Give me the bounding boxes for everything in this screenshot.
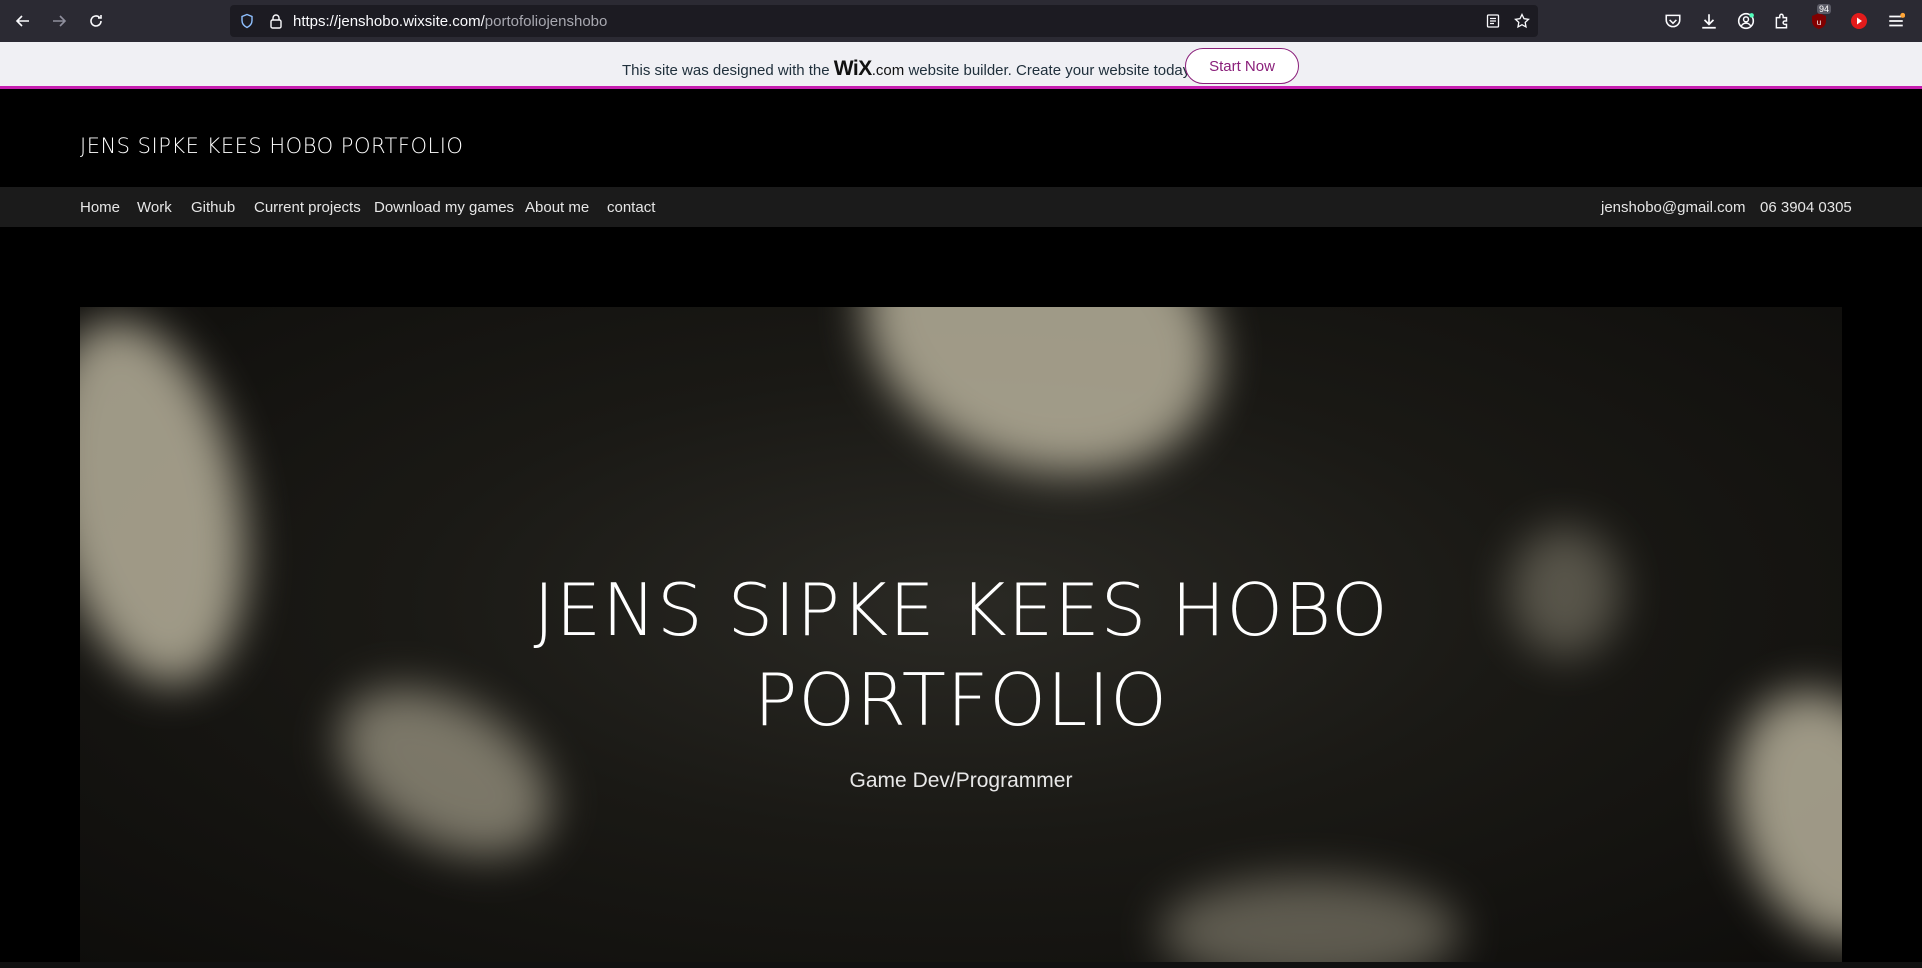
start-now-button[interactable]: Start Now — [1185, 48, 1299, 84]
nav-item-github[interactable]: Github — [191, 199, 235, 216]
lock-icon[interactable] — [268, 13, 284, 29]
hero-background-blob — [1160, 877, 1460, 968]
reload-icon — [90, 15, 102, 27]
ublock-origin-icon[interactable]: u 94 — [1809, 4, 1832, 31]
contact-email[interactable]: jenshobo@gmail.com — [1601, 199, 1745, 216]
forward-arrow-icon — [53, 15, 67, 27]
nav-item-about-me[interactable]: About me — [525, 199, 589, 216]
site-title[interactable]: JENS SIPKE KEES HOBO PORTFOLIO — [80, 134, 463, 158]
reader-view-icon[interactable] — [1485, 13, 1501, 29]
downloads-icon[interactable] — [1699, 11, 1719, 31]
pocket-icon[interactable] — [1663, 11, 1683, 31]
site-navigation: Home Work Github Current projects Downlo… — [0, 187, 1922, 227]
browser-toolbar: https://jenshobo.wixsite.com/portofolioj… — [0, 0, 1922, 42]
hero-section: JENS SIPKE KEES HOBO PORTFOLIO Game Dev/… — [80, 307, 1842, 968]
forward-button[interactable] — [46, 8, 72, 34]
nav-item-current-projects[interactable]: Current projects — [254, 199, 361, 216]
hero-title-line2: PORTFOLIO — [754, 658, 1168, 742]
hero-subtitle: Game Dev/Programmer — [849, 769, 1073, 792]
bookmark-star-icon[interactable] — [1514, 13, 1530, 29]
nav-item-download-games[interactable]: Download my games — [374, 199, 514, 216]
wix-logo-suffix: .com — [871, 62, 905, 79]
nav-item-work[interactable]: Work — [137, 199, 172, 216]
extension-badge-count: 94 — [1817, 4, 1832, 14]
contact-phone: 06 3904 0305 — [1760, 199, 1852, 216]
nav-item-contact[interactable]: contact — [607, 199, 655, 216]
youtube-extension-icon[interactable] — [1849, 11, 1869, 31]
wix-promo-banner: This site was designed with the WiX.com … — [0, 42, 1922, 89]
url-text[interactable]: https://jenshobo.wixsite.com/portofolioj… — [293, 13, 607, 30]
reload-button[interactable] — [83, 8, 109, 34]
nav-item-home[interactable]: Home — [80, 199, 120, 216]
wix-logo: WiX — [833, 57, 872, 80]
hero-background-blob — [824, 307, 1256, 521]
back-button[interactable] — [10, 8, 36, 34]
shield-icon[interactable] — [239, 13, 255, 29]
url-path: portofoliojenshobo — [484, 13, 608, 30]
address-bar[interactable]: https://jenshobo.wixsite.com/portofolioj… — [230, 5, 1538, 37]
hero-title-line1: JENS SIPKE KEES HOBO — [533, 568, 1389, 652]
page-bottom-edge — [0, 962, 1922, 968]
wix-promo-text: This site was designed with the WiX.com … — [622, 57, 1193, 81]
svg-text:u: u — [1817, 18, 1821, 27]
menu-icon[interactable] — [1886, 11, 1906, 31]
url-host: https://jenshobo.wixsite.com/ — [293, 13, 485, 30]
wix-text-after: website builder. Create your website tod… — [904, 62, 1194, 79]
hero-title: JENS SIPKE KEES HOBO PORTFOLIO — [80, 565, 1842, 745]
extensions-icon[interactable] — [1772, 11, 1792, 31]
account-icon[interactable] — [1736, 11, 1756, 31]
wix-text-before: This site was designed with the — [622, 62, 834, 79]
back-arrow-icon — [15, 15, 29, 27]
site-header: JENS SIPKE KEES HOBO PORTFOLIO — [0, 92, 1922, 187]
